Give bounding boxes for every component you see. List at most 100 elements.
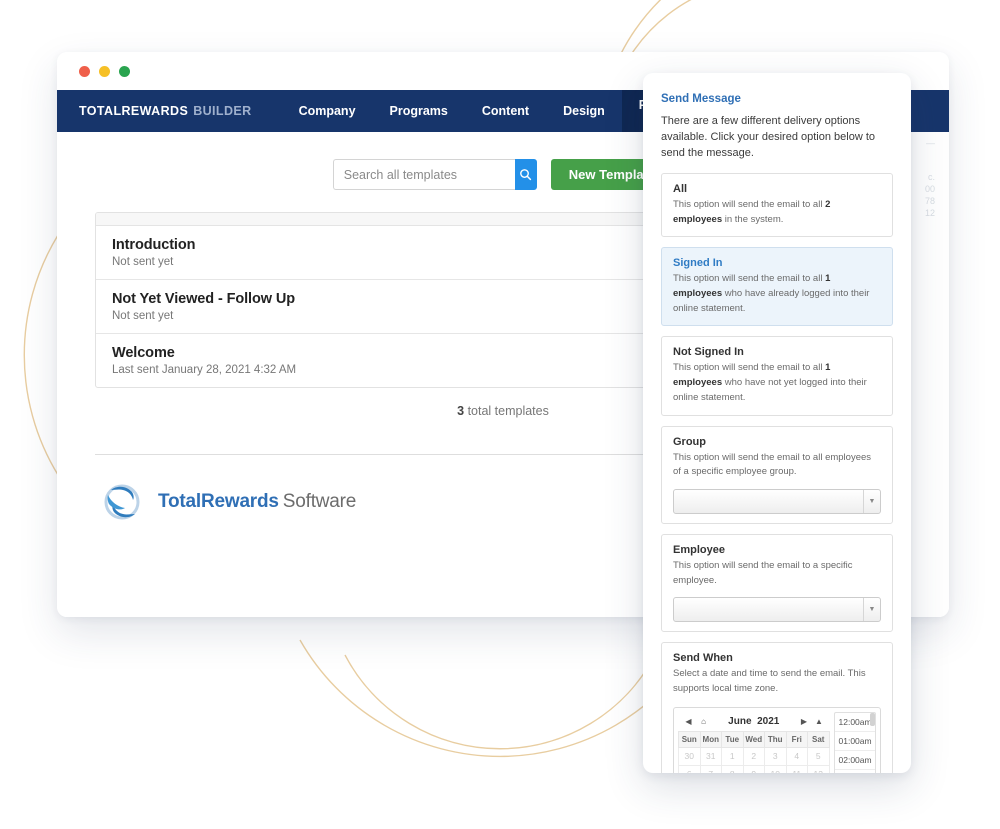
option-title: Not Signed In xyxy=(673,346,881,358)
template-title: Introduction xyxy=(112,237,717,253)
calendar-day[interactable]: 11 xyxy=(786,765,808,773)
chevron-down-icon: ▼ xyxy=(863,598,880,621)
calendar-week-row: 6789101112 xyxy=(679,765,830,773)
time-option[interactable]: 01:00am xyxy=(835,732,876,751)
time-option[interactable]: 02:00am xyxy=(835,751,876,770)
nav-label: Company xyxy=(299,104,356,118)
weekday-label: Sat xyxy=(808,731,830,747)
window-minimize-dot[interactable] xyxy=(99,66,110,77)
calendar-day[interactable]: 2 xyxy=(743,747,765,765)
template-status: Not sent yet xyxy=(112,256,717,268)
nav-label: Content xyxy=(482,104,529,118)
window-maximize-dot[interactable] xyxy=(119,66,130,77)
calendar-day[interactable]: 4 xyxy=(786,747,808,765)
delivery-option-employee[interactable]: Employee This option will send the email… xyxy=(661,534,893,632)
delivery-option-signed-in[interactable]: Signed In This option will send the emai… xyxy=(661,247,893,326)
calendar-day[interactable]: 1 xyxy=(722,747,744,765)
ghost-text-line: 00 xyxy=(925,184,935,194)
option-title: Group xyxy=(673,436,881,448)
app-logo[interactable]: TOTALREWARDS BUILDER xyxy=(79,90,252,132)
next-month-icon[interactable]: ▶ xyxy=(797,717,812,726)
footer-logo-text: TotalRewardsSoftware xyxy=(158,491,356,513)
calendar-day[interactable]: 30 xyxy=(679,747,701,765)
calendar-weekday-row: Sun Mon Tue Wed Thu Fri Sat xyxy=(679,731,830,747)
send-when-section: Send When Select a date and time to send… xyxy=(661,642,893,773)
delivery-option-group[interactable]: Group This option will send the email to… xyxy=(661,426,893,524)
option-description: This option will send the email to all 1… xyxy=(673,272,881,316)
brand-secondary: BUILDER xyxy=(193,104,251,118)
home-icon[interactable]: ⌂ xyxy=(696,717,711,726)
search-group xyxy=(333,159,537,190)
time-option[interactable]: 12:00am xyxy=(835,713,876,732)
search-button[interactable] xyxy=(515,159,537,190)
chevron-up-icon[interactable]: ▲ xyxy=(812,717,827,726)
nav-label: Programs xyxy=(390,104,448,118)
delivery-option-not-signed-in[interactable]: Not Signed In This option will send the … xyxy=(661,336,893,415)
option-title: Employee xyxy=(673,544,881,556)
screenshot-root: TOTALREWARDS BUILDER Company Programs Co… xyxy=(0,0,1000,829)
calendar-body: 3031123456789101112131415161718192021222… xyxy=(679,747,830,773)
chevron-down-icon: ▼ xyxy=(863,490,880,513)
prev-month-icon[interactable]: ◀ xyxy=(681,717,696,726)
template-status: Last sent January 28, 2021 4:32 AM xyxy=(112,364,717,376)
weekday-label: Fri xyxy=(786,731,808,747)
option-description: This option will send the email to all e… xyxy=(673,451,881,480)
time-picker: 12:00am 01:00am 02:00am 03:00am 04:00am … xyxy=(834,712,877,773)
option-desc-pre: This option will send the email to all xyxy=(673,199,825,210)
send-when-description: Select a date and time to send the email… xyxy=(673,667,881,696)
weekday-label: Tue xyxy=(722,731,744,747)
option-desc-pre: This option will send the email to all xyxy=(673,273,825,284)
option-desc-pre: This option will send the email to all xyxy=(673,362,825,373)
ghost-text-line: 12 xyxy=(925,208,935,218)
calendar-day[interactable]: 12 xyxy=(808,765,830,773)
calendar-day[interactable]: 31 xyxy=(700,747,722,765)
row-info: Not Yet Viewed - Follow Up Not sent yet xyxy=(112,291,717,322)
time-option[interactable]: 03:00am xyxy=(835,770,876,773)
weekday-label: Thu xyxy=(765,731,787,747)
option-title: Signed In xyxy=(673,257,881,269)
calendar-day[interactable]: 10 xyxy=(765,765,787,773)
template-status: Not sent yet xyxy=(112,310,717,322)
nav-item-design[interactable]: Design xyxy=(546,90,622,132)
nav-item-company[interactable]: Company xyxy=(282,90,373,132)
datetime-picker: ◀ ⌂ June 2021 ▶ ▲ Sun Mon Tue Wed xyxy=(673,707,881,773)
weekday-label: Wed xyxy=(743,731,765,747)
calendar-grid: Sun Mon Tue Wed Thu Fri Sat 303112345678… xyxy=(678,731,830,773)
brand-primary: TOTALREWARDS xyxy=(79,104,188,118)
calendar-day[interactable]: 8 xyxy=(722,765,744,773)
ghost-text-line: 78 xyxy=(925,196,935,206)
time-list-scrollbar[interactable] xyxy=(870,713,875,726)
search-input[interactable] xyxy=(333,159,515,190)
templates-count-label: total templates xyxy=(468,404,549,418)
employee-select[interactable]: ▼ xyxy=(673,597,881,622)
search-icon xyxy=(519,168,532,181)
nav-item-programs[interactable]: Programs xyxy=(373,90,465,132)
calendar-day[interactable]: 5 xyxy=(808,747,830,765)
template-title: Welcome xyxy=(112,345,717,361)
group-select[interactable]: ▼ xyxy=(673,489,881,514)
nav-item-content[interactable]: Content xyxy=(465,90,546,132)
row-info: Welcome Last sent January 28, 2021 4:32 … xyxy=(112,345,717,376)
logo-secondary: Software xyxy=(283,491,356,512)
calendar-day[interactable]: 9 xyxy=(743,765,765,773)
nav-label: Design xyxy=(563,104,605,118)
window-close-dot[interactable] xyxy=(79,66,90,77)
option-description: This option will send the email to all 1… xyxy=(673,361,881,405)
calendar-day[interactable]: 7 xyxy=(700,765,722,773)
option-description: This option will send the email to a spe… xyxy=(673,559,881,588)
ghost-text-line: c. xyxy=(928,172,935,182)
option-title: All xyxy=(673,183,881,195)
option-desc-post: in the system. xyxy=(722,214,783,225)
send-message-panel: Send Message There are a few different d… xyxy=(643,73,911,773)
calendar-year: 2021 xyxy=(757,716,779,727)
delivery-option-all[interactable]: All This option will send the email to a… xyxy=(661,173,893,237)
calendar-month-year: June 2021 xyxy=(711,716,797,727)
calendar-day[interactable]: 3 xyxy=(765,747,787,765)
panel-title: Send Message xyxy=(661,93,893,105)
send-when-title: Send When xyxy=(673,652,881,664)
calendar-header: ◀ ⌂ June 2021 ▶ ▲ xyxy=(678,712,830,731)
templates-count-number: 3 xyxy=(457,404,464,418)
ghost-text-line: — xyxy=(926,138,935,148)
calendar-day[interactable]: 6 xyxy=(679,765,701,773)
totalrewards-globe-icon xyxy=(99,481,147,523)
